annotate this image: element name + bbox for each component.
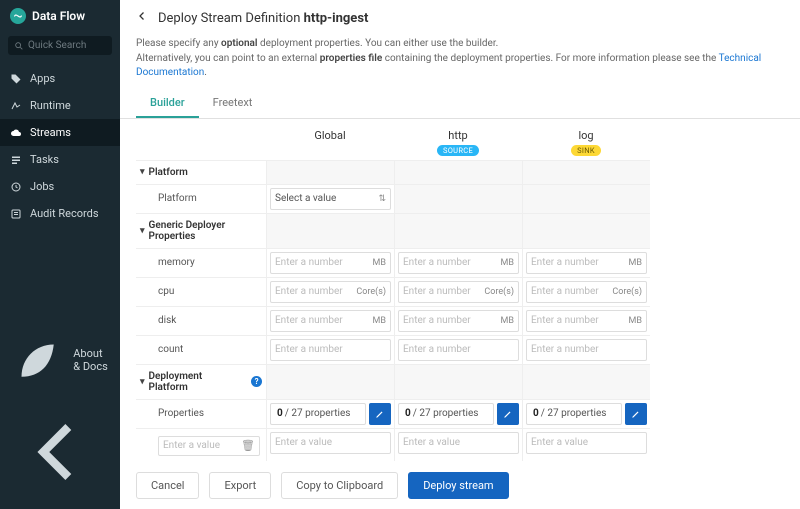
search-placeholder: Quick Search <box>28 40 86 51</box>
disk-input-http[interactable]: MB <box>398 310 519 332</box>
section-generic[interactable]: ▾Generic Deployer Properties <box>136 214 266 248</box>
pencil-icon <box>375 409 385 419</box>
chevron-left-icon <box>10 402 110 502</box>
tabs: Builder Freetext <box>120 89 800 119</box>
sidebar-item-tasks[interactable]: Tasks <box>0 146 120 173</box>
page-title: Deploy Stream Definition http-ingest <box>158 11 368 26</box>
section-deployment-platform[interactable]: ▾Deployment Platform? <box>136 365 266 399</box>
trash-icon[interactable]: 🗑 <box>241 439 255 452</box>
runtime-icon <box>10 100 22 112</box>
nav: Apps Runtime Streams Tasks Jobs Audit Re… <box>0 65 120 326</box>
props-count-log: 0 / 27 properties <box>526 403 622 425</box>
column-head-global: Global <box>266 119 394 160</box>
deploy-button[interactable]: Deploy stream <box>408 472 508 499</box>
page-description: Please specify any optional deployment p… <box>120 33 800 83</box>
clock-icon <box>10 181 22 193</box>
sidebar-item-runtime[interactable]: Runtime <box>0 92 120 119</box>
pencil-icon <box>631 409 641 419</box>
chevron-left-icon <box>136 10 148 22</box>
source-badge: SOURCE <box>437 145 479 156</box>
tab-freetext[interactable]: Freetext <box>199 89 267 118</box>
row-disk: disk <box>136 307 266 335</box>
sidebar-item-label: Runtime <box>30 99 71 112</box>
sidebar-item-audit[interactable]: Audit Records <box>0 200 120 227</box>
cloud-icon <box>10 127 22 139</box>
dp-value-global[interactable] <box>270 432 391 454</box>
edit-props-log[interactable] <box>625 403 647 425</box>
dp-value-http[interactable] <box>398 432 519 454</box>
props-count-global: 0 / 27 properties <box>270 403 366 425</box>
row-count: count <box>136 336 266 364</box>
search-icon <box>14 41 24 51</box>
sidebar-item-about[interactable]: About & Docs <box>0 326 120 395</box>
row-cpu: cpu <box>136 278 266 306</box>
count-input-log[interactable] <box>526 339 647 361</box>
column-head-log: log SINK <box>522 119 650 160</box>
footer-actions: Cancel Export Copy to Clipboard Deploy s… <box>120 461 800 509</box>
properties-grid: Global http SOURCE log SINK ▾Platform Pl… <box>120 119 800 462</box>
export-button[interactable]: Export <box>209 472 271 499</box>
edit-props-global[interactable] <box>369 403 391 425</box>
disk-input-log[interactable]: MB <box>526 310 647 332</box>
section-platform[interactable]: ▾Platform <box>136 161 266 184</box>
audit-icon <box>10 208 22 220</box>
sidebar: Data Flow Quick Search Apps Runtime Stre… <box>0 0 120 509</box>
column-head-labels <box>136 119 266 160</box>
count-input-http[interactable] <box>398 339 519 361</box>
chevron-updown-icon: ⇅ <box>375 194 386 204</box>
row-memory: memory <box>136 249 266 277</box>
chevron-down-icon: ▾ <box>140 226 145 236</box>
cpu-input-log[interactable]: Core(s) <box>526 281 647 303</box>
app-logo: Data Flow <box>0 0 120 32</box>
memory-input-log[interactable]: MB <box>526 252 647 274</box>
leaf-icon <box>10 333 65 388</box>
sidebar-item-label: About & Docs <box>73 347 110 373</box>
sidebar-item-label: Apps <box>30 72 55 85</box>
cancel-button[interactable]: Cancel <box>136 472 199 499</box>
page-header: Deploy Stream Definition http-ingest <box>120 0 800 33</box>
sidebar-item-label: Tasks <box>30 153 59 166</box>
copy-button[interactable]: Copy to Clipboard <box>281 472 398 499</box>
disk-input-global[interactable]: MB <box>270 310 391 332</box>
cpu-input-http[interactable]: Core(s) <box>398 281 519 303</box>
dp-value-log[interactable] <box>526 432 647 454</box>
sidebar-collapse[interactable] <box>0 395 120 509</box>
sidebar-item-label: Audit Records <box>30 207 99 220</box>
sink-badge: SINK <box>571 145 601 156</box>
main-content: Deploy Stream Definition http-ingest Ple… <box>120 0 800 509</box>
column-head-http: http SOURCE <box>394 119 522 160</box>
chevron-down-icon: ▾ <box>140 167 145 177</box>
sidebar-item-streams[interactable]: Streams <box>0 119 120 146</box>
help-icon[interactable]: ? <box>251 376 262 387</box>
tab-builder[interactable]: Builder <box>136 89 199 118</box>
pencil-icon <box>503 409 513 419</box>
sidebar-item-jobs[interactable]: Jobs <box>0 173 120 200</box>
sidebar-item-label: Jobs <box>30 180 54 193</box>
row-dp-properties: Properties <box>136 400 266 428</box>
row-platform: Platform <box>136 185 266 213</box>
props-count-http: 0 / 27 properties <box>398 403 494 425</box>
search-input[interactable]: Quick Search <box>8 36 112 55</box>
sidebar-item-label: Streams <box>30 126 71 139</box>
sidebar-item-apps[interactable]: Apps <box>0 65 120 92</box>
chevron-down-icon: ▾ <box>140 377 145 387</box>
platform-select[interactable]: Select a value⇅ <box>270 188 391 210</box>
count-input-global[interactable] <box>270 339 391 361</box>
tasks-icon <box>10 154 22 166</box>
memory-input-http[interactable]: MB <box>398 252 519 274</box>
app-name: Data Flow <box>32 9 85 23</box>
logo-icon <box>10 8 26 24</box>
cpu-input-global[interactable]: Core(s) <box>270 281 391 303</box>
tag-icon <box>10 73 22 85</box>
back-button[interactable] <box>136 10 148 26</box>
dp-key-input[interactable]: 🗑 <box>158 436 260 456</box>
memory-input-global[interactable]: MB <box>270 252 391 274</box>
edit-props-http[interactable] <box>497 403 519 425</box>
